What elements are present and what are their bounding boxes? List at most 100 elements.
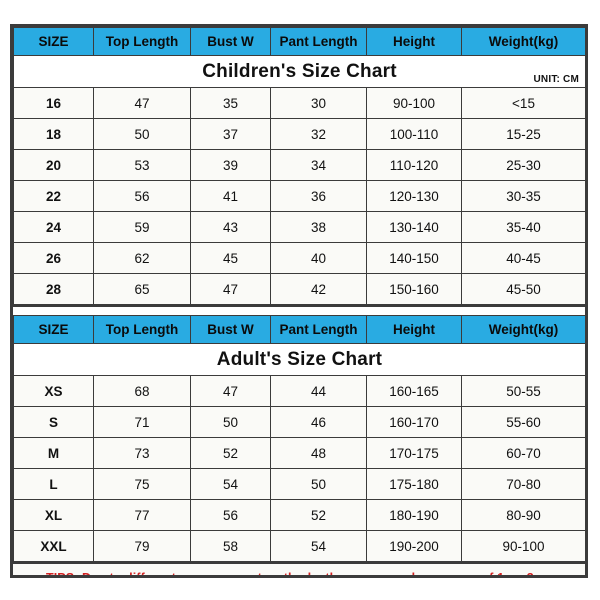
cell-bust-w: 50	[190, 406, 271, 438]
cell-weight: 55-60	[461, 406, 585, 438]
table-row: 26 62 45 40 140-150 40-45	[13, 242, 585, 274]
children-header-row: SIZE Top Length Bust W Pant Length Heigh…	[13, 27, 585, 56]
children-size-table: Children's Size Chart UNIT: CM SIZE Top …	[13, 27, 585, 305]
cell-top-length: 75	[93, 468, 191, 500]
cell-bust-w: 52	[190, 437, 271, 469]
cell-height: 170-175	[366, 437, 462, 469]
children-title-cell: Children's Size Chart UNIT: CM	[13, 55, 585, 88]
table-row: 28 65 47 42 150-160 45-50	[13, 273, 585, 305]
cell-pant-length: 38	[270, 211, 367, 243]
cell-bust-w: 41	[190, 180, 271, 212]
cell-weight: 30-35	[461, 180, 585, 212]
cell-top-length: 53	[93, 149, 191, 181]
cell-size: XS	[13, 375, 94, 407]
table-row: XXL 79 58 54 190-200 90-100	[13, 530, 585, 562]
cell-bust-w: 47	[190, 375, 271, 407]
children-col-header-size: SIZE	[13, 27, 94, 56]
cell-pant-length: 48	[270, 437, 367, 469]
cell-size: 20	[13, 149, 94, 181]
children-table-body: 16 47 35 30 90-100 <15 18 50 37 32 100-1…	[13, 87, 585, 305]
table-row: M 73 52 48 170-175 60-70	[13, 437, 585, 469]
cell-size: XL	[13, 499, 94, 531]
cell-weight: 60-70	[461, 437, 585, 469]
cell-pant-length: 30	[270, 87, 367, 119]
table-row: 24 59 43 38 130-140 35-40	[13, 211, 585, 243]
cell-size: 24	[13, 211, 94, 243]
table-row: 18 50 37 32 100-110 15-25	[13, 118, 585, 150]
cell-weight: 90-100	[461, 530, 585, 562]
size-chart-frame: Children's Size Chart UNIT: CM SIZE Top …	[10, 24, 588, 578]
cell-weight: 40-45	[461, 242, 585, 274]
cell-size: 28	[13, 273, 94, 305]
cell-pant-length: 46	[270, 406, 367, 438]
cell-height: 120-130	[366, 180, 462, 212]
cell-pant-length: 40	[270, 242, 367, 274]
cell-pant-length: 52	[270, 499, 367, 531]
table-row: XL 77 56 52 180-190 80-90	[13, 499, 585, 531]
unit-label: UNIT: CM	[533, 74, 579, 85]
table-row: 16 47 35 30 90-100 <15	[13, 87, 585, 119]
cell-pant-length: 54	[270, 530, 367, 562]
cell-top-length: 56	[93, 180, 191, 212]
adult-col-header-pant-length: Pant Length	[270, 315, 367, 344]
adult-col-header-weight: Weight(kg)	[461, 315, 585, 344]
cell-height: 140-150	[366, 242, 462, 274]
adult-col-header-height: Height	[366, 315, 462, 344]
table-row: S 71 50 46 160-170 55-60	[13, 406, 585, 438]
cell-bust-w: 47	[190, 273, 271, 305]
cell-height: 110-120	[366, 149, 462, 181]
cell-top-length: 47	[93, 87, 191, 119]
cell-bust-w: 43	[190, 211, 271, 243]
adult-col-header-size: SIZE	[13, 315, 94, 344]
cell-top-length: 77	[93, 499, 191, 531]
cell-height: 150-160	[366, 273, 462, 305]
cell-bust-w: 37	[190, 118, 271, 150]
cell-weight: 70-80	[461, 468, 585, 500]
cell-height: 190-200	[366, 530, 462, 562]
size-chart-page: Children's Size Chart UNIT: CM SIZE Top …	[0, 0, 600, 600]
cell-bust-w: 45	[190, 242, 271, 274]
cell-weight: <15	[461, 87, 585, 119]
adult-table-body: XS 68 47 44 160-165 50-55 S 71 50 46 160…	[13, 375, 585, 562]
table-row: L 75 54 50 175-180 70-80	[13, 468, 585, 500]
cell-size: 26	[13, 242, 94, 274]
children-chart-title: Children's Size Chart	[202, 61, 397, 82]
cell-top-length: 79	[93, 530, 191, 562]
cell-weight: 15-25	[461, 118, 585, 150]
cell-top-length: 50	[93, 118, 191, 150]
chart-separator	[13, 305, 585, 315]
cell-height: 160-170	[366, 406, 462, 438]
table-row: 20 53 39 34 110-120 25-30	[13, 149, 585, 181]
adult-title-row: Adult's Size Chart	[13, 343, 585, 376]
adult-col-header-bust-w: Bust W	[190, 315, 271, 344]
cell-size: 22	[13, 180, 94, 212]
cell-weight: 45-50	[461, 273, 585, 305]
cell-top-length: 71	[93, 406, 191, 438]
children-col-header-pant-length: Pant Length	[270, 27, 367, 56]
adult-chart-title: Adult's Size Chart	[216, 349, 383, 370]
children-col-header-top-length: Top Length	[93, 27, 191, 56]
cell-size: S	[13, 406, 94, 438]
cell-height: 100-110	[366, 118, 462, 150]
children-title-row: Children's Size Chart UNIT: CM	[13, 55, 585, 88]
cell-top-length: 59	[93, 211, 191, 243]
cell-weight: 80-90	[461, 499, 585, 531]
cell-top-length: 73	[93, 437, 191, 469]
table-row: 22 56 41 36 120-130 30-35	[13, 180, 585, 212]
cell-height: 180-190	[366, 499, 462, 531]
cell-bust-w: 39	[190, 149, 271, 181]
tips-text: TIPS: Due to different measurement metho…	[45, 571, 553, 578]
cell-top-length: 65	[93, 273, 191, 305]
adult-col-header-top-length: Top Length	[93, 315, 191, 344]
cell-pant-length: 32	[270, 118, 367, 150]
table-row: XS 68 47 44 160-165 50-55	[13, 375, 585, 407]
cell-size: 16	[13, 87, 94, 119]
cell-bust-w: 54	[190, 468, 271, 500]
cell-height: 90-100	[366, 87, 462, 119]
children-col-header-weight: Weight(kg)	[461, 27, 585, 56]
cell-pant-length: 36	[270, 180, 367, 212]
adult-title-cell: Adult's Size Chart	[13, 343, 585, 376]
cell-bust-w: 56	[190, 499, 271, 531]
cell-size: M	[13, 437, 94, 469]
cell-height: 175-180	[366, 468, 462, 500]
